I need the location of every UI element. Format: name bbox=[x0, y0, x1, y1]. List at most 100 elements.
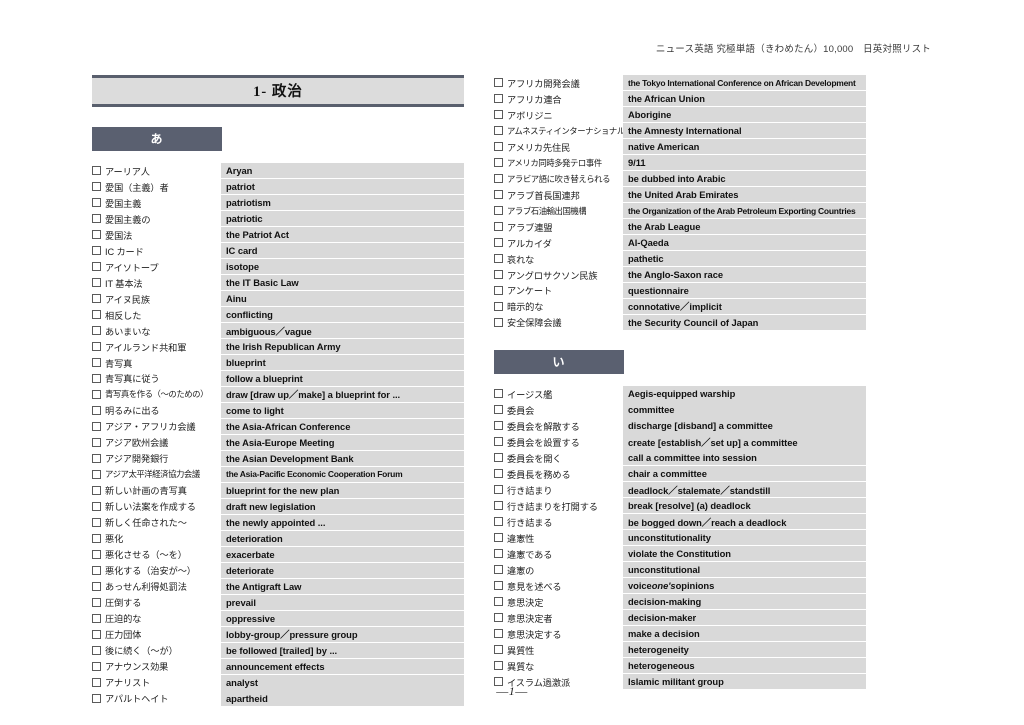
checkbox-icon[interactable] bbox=[494, 78, 503, 88]
checkbox-icon[interactable] bbox=[494, 389, 503, 399]
japanese-term-label: 青写真 bbox=[105, 358, 133, 369]
checkbox-icon[interactable] bbox=[92, 198, 101, 208]
checkbox-icon[interactable] bbox=[92, 597, 101, 607]
checkbox-icon[interactable] bbox=[494, 301, 503, 311]
japanese-term-cell: アラブ石油輸出国機構 bbox=[494, 203, 623, 218]
checkbox-icon[interactable] bbox=[92, 262, 101, 272]
checkbox-icon[interactable] bbox=[494, 142, 503, 152]
checkbox-icon[interactable] bbox=[494, 517, 503, 527]
japanese-term-cell: 新しく任命された〜 bbox=[92, 515, 221, 530]
checkbox-icon[interactable] bbox=[92, 405, 101, 415]
checkbox-icon[interactable] bbox=[494, 485, 503, 495]
checkbox-icon[interactable] bbox=[494, 581, 503, 591]
checkbox-icon[interactable] bbox=[494, 629, 503, 639]
vocab-entry-row: 明るみに出る come to light bbox=[92, 402, 464, 419]
checkbox-icon[interactable] bbox=[494, 126, 503, 136]
japanese-term-cell: 愛国（主義）者 bbox=[92, 179, 221, 194]
checkbox-icon[interactable] bbox=[494, 405, 503, 415]
checkbox-icon[interactable] bbox=[92, 661, 101, 671]
english-equivalent-cell: questionnaire bbox=[623, 282, 866, 299]
checkbox-icon[interactable] bbox=[494, 437, 503, 447]
checkbox-icon[interactable] bbox=[494, 238, 503, 248]
english-equivalent-cell: ambiguous／vague bbox=[221, 322, 464, 339]
checkbox-icon[interactable] bbox=[494, 453, 503, 463]
checkbox-icon[interactable] bbox=[92, 326, 101, 336]
english-equivalent-cell: the Tokyo International Conference on Af… bbox=[623, 75, 866, 91]
japanese-term-label: アングロサクソン民族 bbox=[507, 270, 598, 281]
checkbox-icon[interactable] bbox=[92, 645, 101, 655]
chapter-title-bar: 1- 政治 bbox=[92, 75, 464, 107]
vocab-entry-row: 新しい計画の青写真 blueprint for the new plan bbox=[92, 482, 464, 499]
japanese-term-cell: アフリカ開発会議 bbox=[494, 75, 623, 90]
checkbox-icon[interactable] bbox=[92, 629, 101, 639]
checkbox-icon[interactable] bbox=[92, 278, 101, 288]
checkbox-icon[interactable] bbox=[92, 342, 101, 352]
vocab-entry-row: 行き詰まりを打開する break [resolve] (a) deadlock bbox=[494, 498, 866, 514]
checkbox-icon[interactable] bbox=[494, 222, 503, 232]
checkbox-icon[interactable] bbox=[494, 469, 503, 479]
checkbox-icon[interactable] bbox=[494, 254, 503, 264]
checkbox-icon[interactable] bbox=[494, 190, 503, 200]
checkbox-icon[interactable] bbox=[494, 285, 503, 295]
vocab-entry-row: アングロサクソン民族 the Anglo-Saxon race bbox=[494, 266, 866, 283]
checkbox-icon[interactable] bbox=[494, 597, 503, 607]
checkbox-icon[interactable] bbox=[92, 373, 101, 383]
japanese-term-cell: 圧倒する bbox=[92, 595, 221, 610]
checkbox-icon[interactable] bbox=[494, 533, 503, 543]
checkbox-icon[interactable] bbox=[92, 294, 101, 304]
checkbox-icon[interactable] bbox=[92, 517, 101, 527]
checkbox-icon[interactable] bbox=[494, 174, 503, 184]
checkbox-icon[interactable] bbox=[494, 270, 503, 279]
checkbox-icon[interactable] bbox=[92, 469, 101, 479]
vocab-entry-row: アメリカ同時多発テロ事件 9/11 bbox=[494, 154, 866, 171]
checkbox-icon[interactable] bbox=[92, 230, 101, 240]
checkbox-icon[interactable] bbox=[494, 317, 503, 327]
japanese-term-label: 違憲である bbox=[507, 549, 553, 560]
checkbox-icon[interactable] bbox=[92, 613, 101, 623]
checkbox-icon[interactable] bbox=[92, 549, 101, 559]
japanese-term-cell: 悪化させる（〜を） bbox=[92, 547, 221, 562]
checkbox-icon[interactable] bbox=[494, 549, 503, 559]
japanese-term-label: 青写真を作る（〜のための） bbox=[105, 389, 209, 400]
japanese-term-label: 違憲の bbox=[507, 565, 535, 576]
checkbox-icon[interactable] bbox=[92, 501, 101, 511]
checkbox-icon[interactable] bbox=[494, 565, 503, 575]
checkbox-icon[interactable] bbox=[494, 613, 503, 623]
japanese-term-label: イージス艦 bbox=[507, 389, 553, 400]
checkbox-icon[interactable] bbox=[92, 437, 101, 447]
english-equivalent-cell: pathetic bbox=[623, 250, 866, 267]
vocab-entry-row: 悪化 deterioration bbox=[92, 530, 464, 547]
vocab-entry-row: 意思決定 decision-making bbox=[494, 593, 866, 610]
checkbox-icon[interactable] bbox=[92, 581, 101, 591]
checkbox-icon[interactable] bbox=[92, 182, 101, 192]
checkbox-icon[interactable] bbox=[92, 246, 101, 256]
japanese-term-label: 新しい法案を作成する bbox=[105, 502, 196, 513]
checkbox-icon[interactable] bbox=[494, 661, 503, 671]
checkbox-icon[interactable] bbox=[92, 214, 101, 224]
checkbox-icon[interactable] bbox=[494, 501, 503, 511]
checkbox-icon[interactable] bbox=[92, 358, 101, 367]
checkbox-icon[interactable] bbox=[494, 645, 503, 655]
checkbox-icon[interactable] bbox=[92, 310, 101, 320]
checkbox-icon[interactable] bbox=[92, 565, 101, 575]
japanese-term-label: 新しい計画の青写真 bbox=[105, 486, 187, 497]
japanese-term-cell: アジア欧州会議 bbox=[92, 435, 221, 450]
checkbox-icon[interactable] bbox=[494, 158, 503, 168]
checkbox-icon[interactable] bbox=[92, 453, 101, 463]
english-equivalent-cell: deteriorate bbox=[221, 562, 464, 578]
checkbox-icon[interactable] bbox=[92, 533, 101, 543]
checkbox-icon[interactable] bbox=[92, 485, 101, 495]
japanese-term-cell: アイルランド共和軍 bbox=[92, 339, 221, 354]
checkbox-icon[interactable] bbox=[92, 166, 101, 176]
english-equivalent-cell: the Patriot Act bbox=[221, 226, 464, 243]
checkbox-icon[interactable] bbox=[494, 110, 503, 120]
checkbox-icon[interactable] bbox=[92, 421, 101, 431]
checkbox-icon[interactable] bbox=[92, 389, 101, 399]
english-equivalent-cell: make a decision bbox=[623, 625, 866, 642]
english-equivalent-cell: follow a blueprint bbox=[221, 370, 464, 387]
japanese-term-label: アジア欧州会議 bbox=[105, 438, 169, 449]
vocab-entry-row: 愛国法 the Patriot Act bbox=[92, 226, 464, 243]
checkbox-icon[interactable] bbox=[494, 94, 503, 104]
checkbox-icon[interactable] bbox=[494, 421, 503, 431]
checkbox-icon[interactable] bbox=[494, 206, 503, 216]
